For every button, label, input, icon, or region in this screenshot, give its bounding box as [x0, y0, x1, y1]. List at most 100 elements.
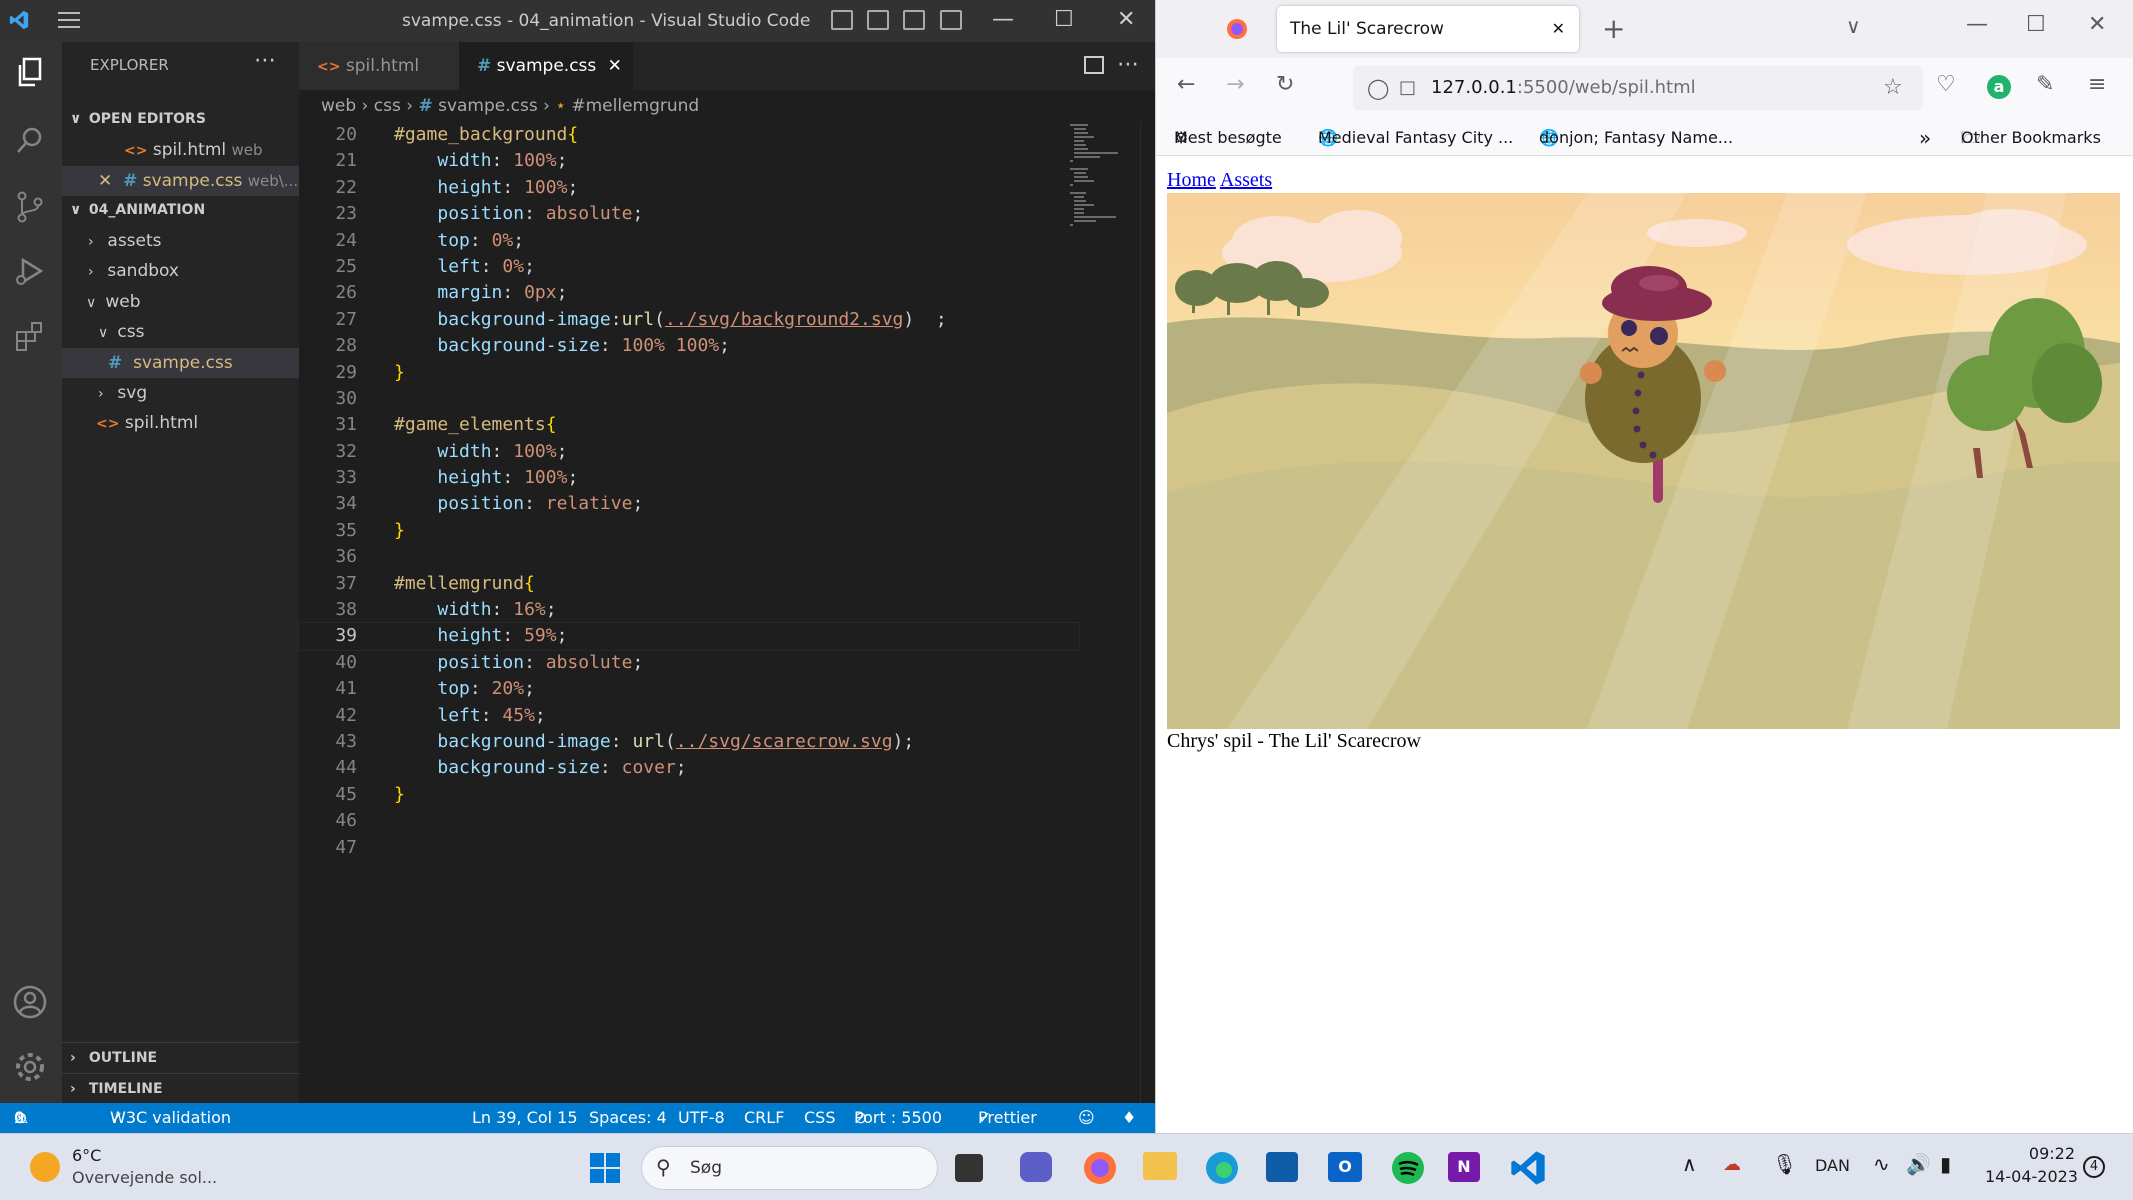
maximize-icon[interactable]: ☐: [1054, 8, 1074, 32]
code-line[interactable]: 40 position: absolute;: [299, 650, 1079, 676]
volume-icon[interactable]: 🔊: [1906, 1152, 1931, 1176]
home-link[interactable]: Home: [1167, 169, 1216, 191]
feedback-icon[interactable]: ☺: [1078, 1103, 1095, 1133]
editor-scrollbar[interactable]: [1140, 122, 1154, 1103]
clock-time[interactable]: 09:22: [2003, 1144, 2075, 1163]
close-tab-icon[interactable]: ✕: [1552, 6, 1565, 52]
firefox-taskbar-icon[interactable]: [1080, 1148, 1120, 1188]
maximize-icon[interactable]: ☐: [2026, 12, 2046, 37]
browser-tab[interactable]: The Lil' Scarecrow ✕: [1277, 6, 1579, 52]
tree-folder-sandbox[interactable]: › sandbox: [62, 256, 299, 286]
code-line[interactable]: 22 height: 100%;: [299, 175, 1079, 201]
list-tabs-chevron-icon[interactable]: ∨: [1846, 14, 1861, 38]
reload-icon[interactable]: ↻: [1276, 72, 1294, 97]
open-editor-item[interactable]: <> spil.html web: [62, 135, 299, 165]
line-ending[interactable]: CRLF: [744, 1103, 784, 1133]
language-indicator[interactable]: DAN: [1815, 1156, 1850, 1175]
code-line[interactable]: 39 height: 59%;: [298, 622, 1080, 651]
vscode-taskbar-icon[interactable]: [1508, 1148, 1548, 1188]
code-line[interactable]: 21 width: 100%;: [299, 148, 1079, 174]
code-line[interactable]: 43 background-image: url(../svg/scarecro…: [299, 729, 1079, 755]
tree-file-svampe-css[interactable]: # svampe.css: [62, 348, 299, 378]
more-bookmarks-chevron-icon[interactable]: »: [1919, 120, 1931, 156]
more-actions-icon[interactable]: ⋯: [254, 48, 276, 73]
forward-arrow-icon[interactable]: →: [1226, 72, 1244, 97]
file-explorer-icon[interactable]: [1143, 1152, 1177, 1180]
microphone-icon[interactable]: 🎙: [1772, 1152, 1797, 1176]
source-control-icon[interactable]: [11, 188, 49, 226]
notification-badge[interactable]: 4: [2083, 1156, 2105, 1178]
outline-section[interactable]: › OUTLINE: [62, 1042, 299, 1072]
extensions-icon[interactable]: [11, 318, 49, 356]
tab-svampe-css[interactable]: # svampe.css ✕: [459, 42, 633, 90]
code-line[interactable]: 27 background-image:url(../svg/backgroun…: [299, 307, 1079, 333]
project-folder-section[interactable]: ∨ 04_ANIMATION: [62, 195, 299, 225]
breadcrumb-item[interactable]: web: [321, 96, 356, 116]
minimize-icon[interactable]: —: [992, 8, 1014, 32]
breadcrumb-item[interactable]: #mellemgrund: [571, 96, 699, 116]
code-line[interactable]: 32 width: 100%;: [299, 439, 1079, 465]
code-line[interactable]: 29}: [299, 360, 1079, 386]
code-line[interactable]: 25 left: 0%;: [299, 254, 1079, 280]
open-editor-item[interactable]: ✕ # svampe.css web\...: [62, 166, 299, 196]
edge-icon[interactable]: [1202, 1148, 1242, 1188]
code-line[interactable]: 45}: [299, 782, 1079, 808]
code-line[interactable]: 24 top: 0%;: [299, 228, 1079, 254]
breadcrumb-item[interactable]: css: [374, 96, 401, 116]
tab-spil-html[interactable]: <> spil.html: [299, 42, 459, 90]
code-line[interactable]: 30: [299, 386, 1079, 412]
explorer-icon[interactable]: [11, 54, 49, 92]
close-icon[interactable]: ✕: [2088, 12, 2106, 37]
timeline-section[interactable]: › TIMELINE: [62, 1073, 299, 1103]
show-hidden-icons-chevron[interactable]: ∧: [1682, 1152, 1697, 1176]
code-line[interactable]: 41 top: 20%;: [299, 676, 1079, 702]
extensions-puzzle-icon[interactable]: ✎: [2036, 72, 2054, 97]
more-actions-icon[interactable]: ⋯: [1117, 52, 1139, 77]
assets-link[interactable]: Assets: [1220, 169, 1272, 191]
minimap[interactable]: [1068, 122, 1132, 242]
pocket-icon[interactable]: ♡: [1936, 72, 1956, 97]
cursor-position[interactable]: Ln 39, Col 15: [472, 1103, 578, 1133]
weather-sun-icon[interactable]: [30, 1152, 60, 1182]
settings-gear-icon[interactable]: [11, 1048, 49, 1086]
code-line[interactable]: 37 #mellemgrund{: [299, 571, 1079, 597]
code-line[interactable]: 46: [299, 808, 1079, 834]
wifi-icon[interactable]: ∿: [1873, 1152, 1890, 1176]
accounts-icon[interactable]: [11, 983, 49, 1021]
close-icon[interactable]: ✕: [1117, 8, 1135, 32]
tree-folder-web[interactable]: ∨ web: [62, 287, 299, 317]
url-bar[interactable]: ◯ □ 127.0.0.1:5500/web/spil.html ☆: [1353, 66, 1923, 110]
open-editors-section[interactable]: ∨ OPEN EDITORS: [62, 104, 299, 134]
hamburger-menu-icon[interactable]: [58, 12, 80, 30]
toggle-panel-icon[interactable]: [867, 10, 889, 30]
code-line[interactable]: 31 #game_elements{: [299, 412, 1079, 438]
code-line[interactable]: 28 background-size: 100% 100%;: [299, 333, 1079, 359]
code-line[interactable]: 42 left: 45%;: [299, 703, 1079, 729]
app-menu-icon[interactable]: ≡: [2088, 72, 2106, 97]
split-editor-icon[interactable]: [1084, 56, 1104, 74]
back-arrow-icon[interactable]: ←: [1177, 72, 1195, 97]
code-line[interactable]: 33 height: 100%;: [299, 465, 1079, 491]
toggle-secondary-sidebar-icon[interactable]: [903, 10, 925, 30]
spotify-icon[interactable]: [1388, 1148, 1428, 1188]
weather-desc[interactable]: Overvejende sol...: [72, 1168, 217, 1187]
teams-chat-icon[interactable]: [1020, 1152, 1052, 1182]
battery-icon[interactable]: ▮: [1940, 1152, 1951, 1176]
new-tab-icon[interactable]: +: [1602, 12, 1625, 45]
tree-folder-css[interactable]: ∨ css: [62, 317, 299, 347]
onedrive-icon[interactable]: ☁: [1723, 1154, 1741, 1175]
search-icon[interactable]: [11, 122, 49, 160]
encoding[interactable]: UTF-8: [678, 1103, 725, 1133]
code-line[interactable]: 44 background-size: cover;: [299, 755, 1079, 781]
code-line[interactable]: 47: [299, 835, 1079, 861]
microsoft-store-icon[interactable]: [1266, 1152, 1298, 1182]
tracking-shield-icon[interactable]: ◯: [1367, 66, 1389, 110]
toggle-primary-sidebar-icon[interactable]: [831, 10, 853, 30]
task-view-icon[interactable]: [955, 1154, 983, 1182]
close-editor-icon[interactable]: ✕: [98, 171, 112, 191]
windows-start-icon[interactable]: [585, 1148, 625, 1188]
code-line[interactable]: 34 position: relative;: [299, 491, 1079, 517]
notifications-bell-icon[interactable]: ♦: [1122, 1103, 1136, 1133]
onenote-icon[interactable]: N: [1448, 1152, 1480, 1182]
tree-file-spil-html[interactable]: <> spil.html: [62, 408, 299, 438]
